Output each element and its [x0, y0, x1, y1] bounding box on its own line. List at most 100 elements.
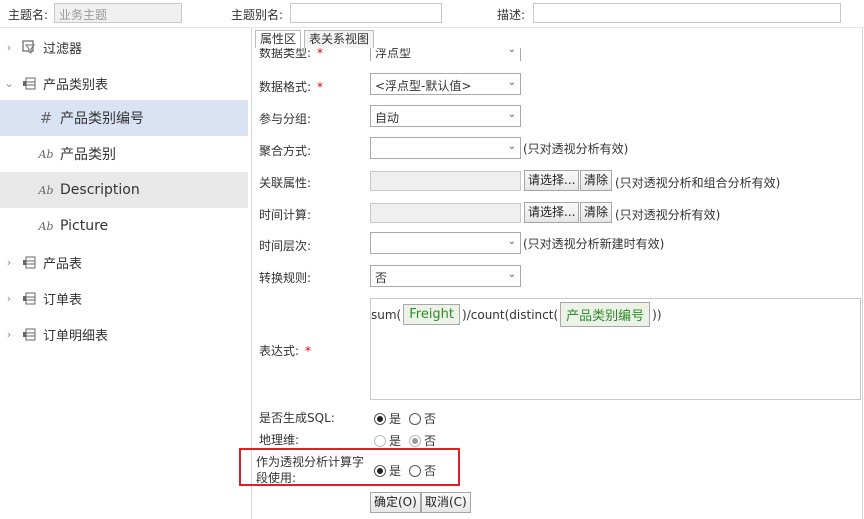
calc-field-label-line2: 段使用: — [256, 471, 297, 485]
description-input[interactable] — [533, 3, 841, 23]
group-select[interactable]: 自动 ⌄ — [370, 105, 521, 127]
tree-node-label: 订单明细表 — [43, 328, 109, 344]
alias-input[interactable] — [290, 3, 442, 23]
table-icon — [21, 326, 37, 342]
geo-yes-radio — [374, 434, 386, 447]
data-type-label: 数据类型: * — [259, 48, 324, 60]
text-field-icon: Ab — [38, 219, 54, 233]
generate-sql-yes-radio[interactable] — [374, 412, 386, 425]
tree-node-product-table[interactable]: › 产品表 — [0, 244, 248, 280]
expression-line: sum( Freight )/count(distinct( 产品类别编号 )) — [371, 302, 662, 327]
tree-node-label: 订单表 — [43, 292, 83, 308]
group-label: 参与分组: — [259, 112, 312, 126]
time-level-label: 时间层次: — [259, 239, 312, 253]
time-level-select[interactable]: ⌄ — [370, 232, 521, 254]
table-icon — [21, 254, 37, 270]
related-attr-hint: (只对透视分析和组合分析有效) — [615, 176, 781, 190]
data-format-label: 数据格式: * — [259, 80, 324, 94]
chevron-right-icon[interactable]: › — [3, 256, 15, 269]
calc-field-no-radio[interactable] — [409, 464, 422, 477]
chevron-down-icon: ⌄ — [507, 269, 516, 280]
chevron-right-icon[interactable]: › — [3, 328, 15, 341]
table-icon — [21, 75, 37, 91]
expression-editor[interactable]: sum( Freight )/count(distinct( 产品类别编号 )) — [370, 298, 861, 400]
time-calc-clear-button[interactable]: 清除 — [580, 202, 613, 223]
generate-sql-no-radio[interactable] — [409, 412, 422, 425]
text-field-icon: Ab — [38, 183, 54, 197]
ok-button[interactable]: 确定(O) — [370, 492, 421, 513]
theme-name-label: 主题名: — [8, 8, 49, 22]
tree-node-filter[interactable]: › 过滤器 — [0, 29, 248, 65]
related-attr-input — [370, 171, 521, 191]
tree-field-label: Picture — [60, 218, 109, 234]
chevron-down-icon: ⌄ — [507, 77, 516, 88]
tab-relation-view[interactable]: 表关系视图 — [304, 30, 375, 48]
expression-field-chip[interactable]: Freight — [403, 304, 461, 325]
time-level-hint: (只对透视分析新建时有效) — [523, 237, 665, 251]
tree-node-label: 过滤器 — [43, 41, 83, 57]
radio-label: 否 — [424, 464, 437, 478]
tab-properties[interactable]: 属性区 — [255, 30, 302, 48]
top-bar: 主题名: 业务主题 主题别名: 描述: — [0, 0, 864, 28]
text-field-icon: Ab — [38, 147, 54, 161]
radio-label: 否 — [424, 412, 437, 426]
chevron-down-icon: ⌄ — [507, 109, 516, 120]
data-type-select[interactable]: 浮点型 ⌄ — [370, 48, 521, 61]
tree-node-order-detail-table[interactable]: › 订单明细表 — [0, 316, 248, 352]
filter-icon — [21, 39, 37, 55]
expression-text: sum( — [371, 307, 402, 322]
expression-text: )/count(distinct( — [462, 307, 559, 322]
generate-sql-radio-group: 是 否 — [374, 410, 444, 427]
panel-tabs: 属性区 表关系视图 — [255, 30, 377, 48]
time-calc-input — [370, 203, 521, 223]
chevron-right-icon[interactable]: › — [3, 292, 15, 305]
tree-node-product-category-table[interactable]: ⌄ 产品类别表 — [0, 65, 248, 101]
time-calc-label: 时间计算: — [259, 208, 312, 222]
expression-field-chip[interactable]: 产品类别编号 — [560, 302, 651, 327]
number-field-icon: # — [39, 109, 53, 127]
tree-field-product-category-id[interactable]: # 产品类别编号 — [0, 100, 248, 136]
calc-field-yes-radio[interactable] — [374, 464, 386, 477]
generate-sql-label: 是否生成SQL: — [259, 411, 335, 425]
related-attr-clear-button[interactable]: 清除 — [580, 170, 613, 191]
tree-node-label: 产品类别表 — [43, 77, 109, 93]
theme-name-input[interactable]: 业务主题 — [54, 3, 182, 23]
chevron-right-icon[interactable]: › — [3, 41, 15, 54]
radio-label: 是 — [389, 464, 402, 478]
data-format-select[interactable]: <浮点型-默认值> ⌄ — [370, 73, 521, 95]
convert-rule-label: 转换规则: — [259, 271, 312, 285]
alias-label: 主题别名: — [231, 8, 284, 22]
chevron-down-icon: ⌄ — [507, 141, 516, 152]
convert-rule-select[interactable]: 否 ⌄ — [370, 265, 521, 287]
aggregation-hint: (只对透视分析有效) — [523, 142, 629, 156]
expression-text: )) — [652, 307, 662, 322]
cancel-button[interactable]: 取消(C) — [421, 492, 471, 513]
aggregation-select[interactable]: ⌄ — [370, 137, 521, 159]
tree-field-label: 产品类别编号 — [60, 111, 144, 127]
time-calc-select-button[interactable]: 请选择... — [524, 202, 580, 223]
tree-field-picture[interactable]: Ab Picture — [0, 208, 248, 244]
panel-border — [862, 28, 863, 519]
tree-field-description[interactable]: Ab Description — [0, 172, 248, 208]
time-calc-hint: (只对透视分析有效) — [615, 208, 721, 222]
tree-field-label: Description — [60, 182, 140, 198]
tree-node-order-table[interactable]: › 订单表 — [0, 280, 248, 316]
geo-dimension-label: 地理维: — [259, 433, 300, 447]
related-attr-select-button[interactable]: 请选择... — [524, 170, 580, 191]
resource-tree: › 过滤器 ⌄ 产品类别表 # 产品类别编号 Ab 产品类别 Ab Descri… — [0, 28, 252, 519]
data-type-row-clip: 数据类型: * 浮点型 ⌄ — [255, 48, 862, 61]
chevron-down-icon[interactable]: ⌄ — [3, 77, 15, 90]
radio-label: 是 — [389, 412, 402, 426]
calc-field-radio-group: 是 否 — [374, 462, 444, 479]
chevron-down-icon: ⌄ — [507, 236, 516, 247]
related-attr-label: 关联属性: — [259, 176, 312, 190]
aggregation-label: 聚合方式: — [259, 144, 312, 158]
calc-field-label-line1: 作为透视分析计算字 — [256, 455, 365, 469]
tree-field-product-category[interactable]: Ab 产品类别 — [0, 136, 248, 172]
expression-label: 表达式: * — [259, 344, 312, 358]
radio-label: 是 — [389, 434, 402, 448]
tree-field-label: 产品类别 — [60, 147, 116, 163]
description-label: 描述: — [497, 8, 526, 22]
table-icon — [21, 290, 37, 306]
geo-dimension-radio-group: 是 否 — [374, 432, 444, 449]
